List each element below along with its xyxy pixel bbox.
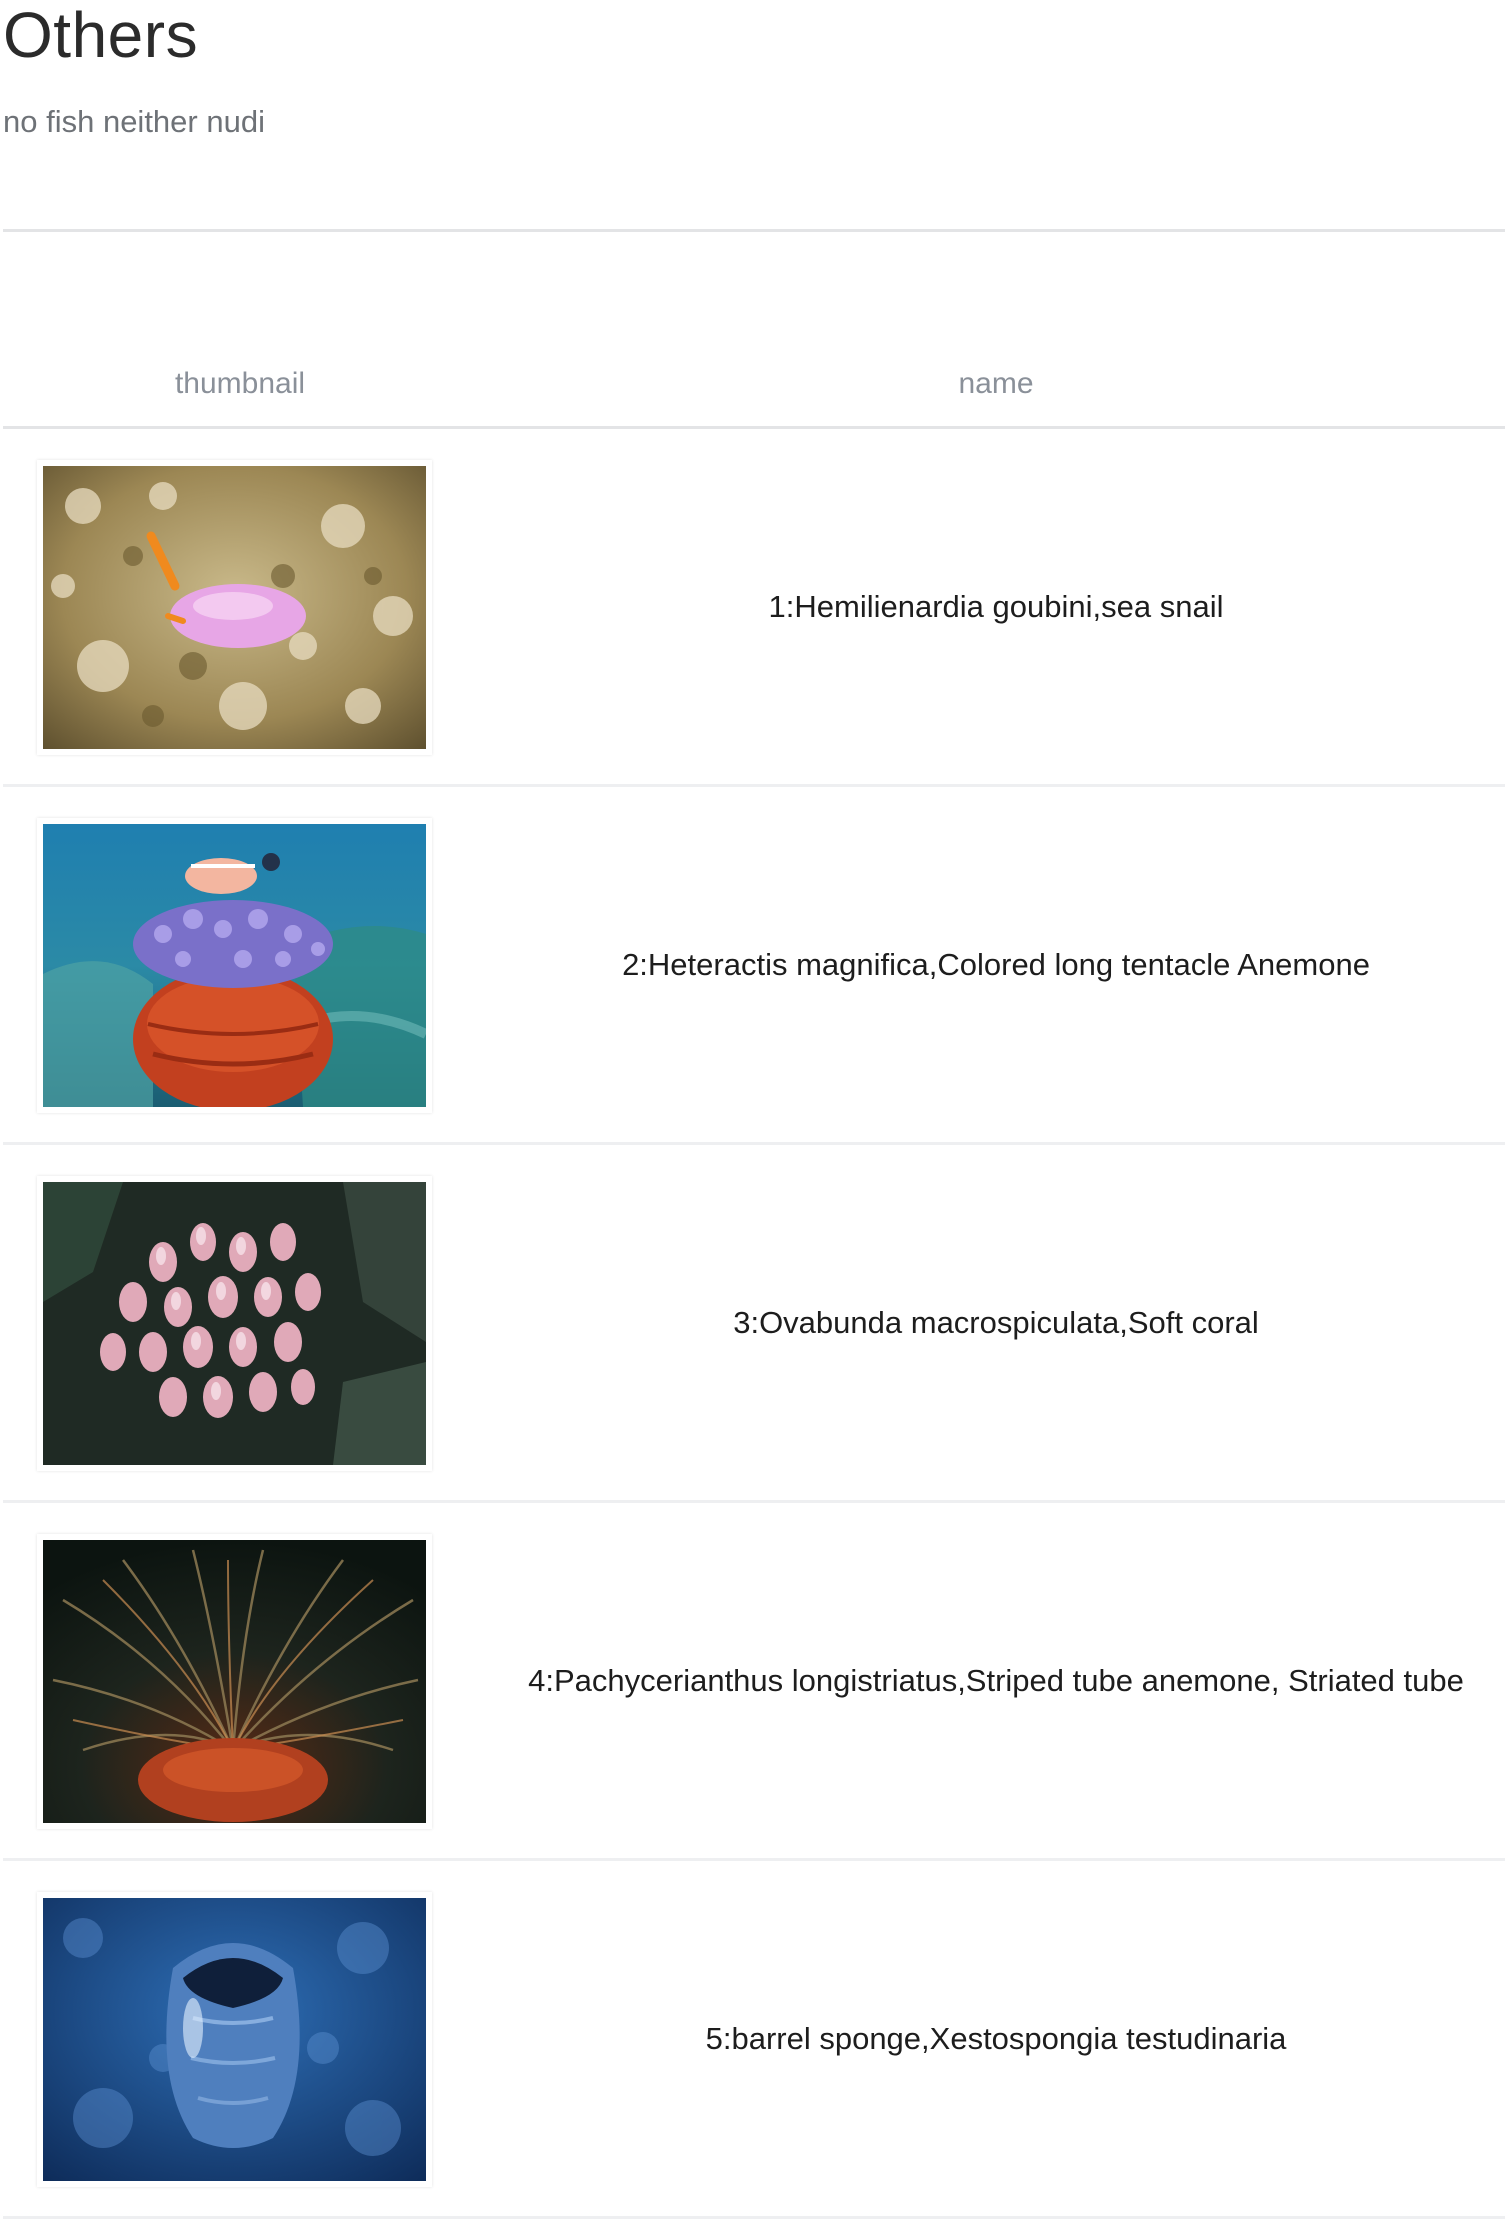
page-subtitle: no fish neither nudi [3, 104, 265, 139]
thumbnail[interactable] [37, 818, 432, 1113]
table-header: thumbnail name [3, 340, 1505, 429]
species-name[interactable]: 3:Ovabunda macrospiculata,Soft coral [487, 1145, 1505, 1500]
table-row[interactable]: 2:Heteractis magnifica,Colored long tent… [3, 787, 1505, 1145]
page-title: Others [3, 0, 199, 71]
table-row[interactable]: 5:barrel sponge,Xestospongia testudinari… [3, 1861, 1505, 2219]
table-row[interactable]: 4:Pachycerianthus longistriatus,Striped … [3, 1503, 1505, 1861]
thumbnail[interactable] [37, 1534, 432, 1829]
thumbnail[interactable] [37, 1176, 432, 1471]
barrel-sponge-photo-icon[interactable] [43, 1898, 426, 2181]
table-row[interactable]: 3:Ovabunda macrospiculata,Soft coral [3, 1145, 1505, 1503]
soft-coral-photo-icon[interactable] [43, 1182, 426, 1465]
header-divider [3, 229, 1505, 232]
thumbnail[interactable] [37, 460, 432, 755]
thumbnail[interactable] [37, 1892, 432, 2187]
sea-snail-photo-icon[interactable] [43, 466, 426, 749]
species-name[interactable]: 2:Heteractis magnifica,Colored long tent… [487, 787, 1505, 1142]
anemone-photo-icon[interactable] [43, 824, 426, 1107]
tube-anemone-photo-icon[interactable] [43, 1540, 426, 1823]
species-name[interactable]: 4:Pachycerianthus longistriatus,Striped … [487, 1503, 1505, 1858]
column-header-name[interactable]: name [487, 364, 1505, 404]
column-header-thumbnail[interactable]: thumbnail [3, 364, 477, 404]
species-name[interactable]: 5:barrel sponge,Xestospongia testudinari… [487, 1861, 1505, 2216]
species-table: thumbnail name 1:Hemilienardia goubini,s… [3, 340, 1505, 2219]
species-name[interactable]: 1:Hemilienardia goubini,sea snail [487, 429, 1505, 784]
table-row[interactable]: 1:Hemilienardia goubini,sea snail [3, 429, 1505, 787]
